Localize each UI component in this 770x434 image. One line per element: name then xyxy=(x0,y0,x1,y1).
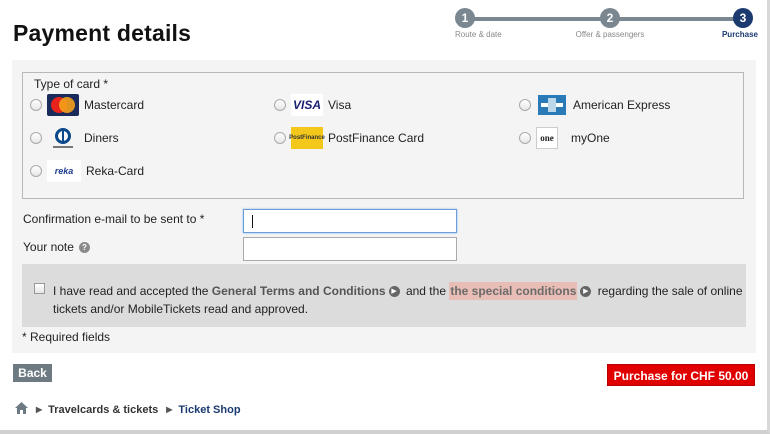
amex-radio[interactable] xyxy=(519,99,531,111)
diners-icon xyxy=(47,127,79,149)
postfinance-icon: PostFinance xyxy=(289,127,325,149)
myone-radio[interactable] xyxy=(519,132,531,144)
chevron-right-icon: ▶ xyxy=(36,405,43,414)
card-option-label: Mastercard xyxy=(84,98,145,112)
visa-radio[interactable] xyxy=(274,99,286,111)
note-label-row: Your note? xyxy=(23,240,90,254)
myone-icon: one xyxy=(536,127,558,149)
step-number: 2 xyxy=(600,8,620,28)
email-label: Confirmation e-mail to be sent to * xyxy=(23,212,205,226)
card-type-label: Type of card * xyxy=(34,77,109,91)
terms-checkbox[interactable] xyxy=(34,283,45,294)
terms-text-part: I have read and accepted the xyxy=(53,284,209,298)
card-option-label: Reka-Card xyxy=(86,164,145,178)
step-number: 3 xyxy=(733,8,753,28)
card-option-diners[interactable]: Diners xyxy=(30,126,119,150)
mastercard-icon xyxy=(47,94,79,116)
postfinance-radio[interactable] xyxy=(274,132,286,144)
home-icon[interactable] xyxy=(15,402,28,417)
help-icon[interactable]: ? xyxy=(78,242,90,254)
progress-stepper: 1 Route & date 2 Offer & passengers 3 Pu… xyxy=(455,8,758,42)
breadcrumb-item[interactable]: Travelcards & tickets xyxy=(48,404,158,416)
card-option-label: Diners xyxy=(84,131,119,145)
page-title: Payment details xyxy=(13,20,192,46)
card-option-mastercard[interactable]: Mastercard xyxy=(30,93,144,117)
step-route-date: 1 Route & date xyxy=(455,8,515,39)
breadcrumb-item-current[interactable]: Ticket Shop xyxy=(178,404,240,416)
arrow-right-icon[interactable]: ▶ xyxy=(388,286,400,298)
text-caret xyxy=(252,215,253,228)
step-number: 1 xyxy=(455,8,475,28)
page-frame: Payment details 1 Route & date 2 Offer &… xyxy=(0,0,770,434)
general-terms-link[interactable]: General Terms and Conditions xyxy=(212,284,386,298)
card-option-visa[interactable]: VISA Visa xyxy=(274,93,351,117)
note-input[interactable] xyxy=(243,237,457,261)
card-type-fieldset: Type of card * Mastercard VISA Visa Amer xyxy=(22,72,744,199)
step-label: Purchase xyxy=(721,30,758,39)
card-option-myone[interactable]: one myOne xyxy=(519,126,610,150)
diners-radio[interactable] xyxy=(30,132,42,144)
reka-radio[interactable] xyxy=(30,165,42,177)
terms-text: I have read and accepted the General Ter… xyxy=(53,282,743,318)
card-option-reka[interactable]: reka Reka-Card xyxy=(30,159,144,183)
terms-box: I have read and accepted the General Ter… xyxy=(22,264,746,327)
card-option-postfinance[interactable]: PostFinance PostFinance Card xyxy=(274,126,424,150)
mastercard-radio[interactable] xyxy=(30,99,42,111)
required-fields-note: * Required fields xyxy=(22,330,111,344)
visa-icon: VISA xyxy=(291,94,323,116)
card-option-amex[interactable]: American Express xyxy=(519,93,670,117)
special-conditions-link[interactable]: the special conditions xyxy=(449,282,578,300)
breadcrumb: ▶ Travelcards & tickets ▶ Ticket Shop xyxy=(15,402,241,417)
back-button[interactable]: Back xyxy=(13,364,52,382)
card-option-label: American Express xyxy=(573,98,671,112)
payment-form: Type of card * Mastercard VISA Visa Amer xyxy=(12,60,756,353)
amex-icon xyxy=(536,94,568,116)
terms-text-part: and the xyxy=(405,284,446,298)
card-option-label: myOne xyxy=(571,131,610,145)
card-option-label: PostFinance Card xyxy=(328,131,425,145)
step-label: Route & date xyxy=(455,30,502,39)
step-label: Offer & passengers xyxy=(575,30,645,39)
card-option-label: Visa xyxy=(328,98,352,112)
purchase-button[interactable]: Purchase for CHF 50.00 xyxy=(607,364,755,386)
chevron-right-icon: ▶ xyxy=(166,405,173,414)
arrow-right-icon[interactable]: ▶ xyxy=(580,286,592,298)
step-purchase: 3 Purchase xyxy=(710,8,758,39)
note-label: Your note xyxy=(23,240,74,254)
step-offer-passengers: 2 Offer & passengers xyxy=(570,8,650,39)
reka-icon: reka xyxy=(47,160,81,182)
email-input[interactable] xyxy=(243,209,457,233)
